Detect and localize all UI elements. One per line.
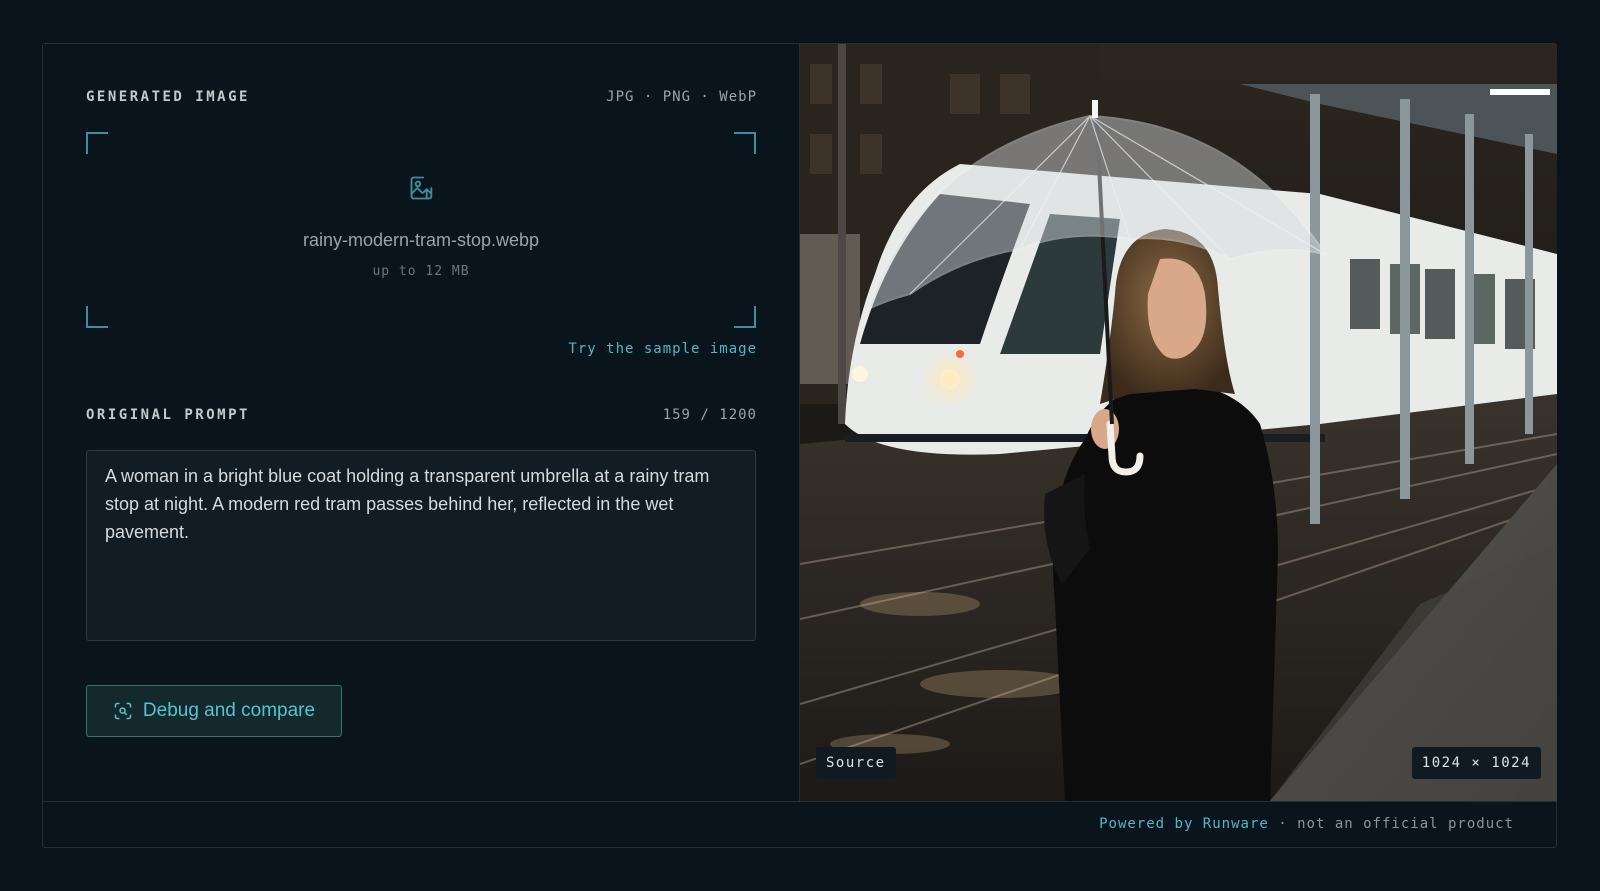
dropzone-corner [86,132,108,154]
try-sample-link[interactable]: Try the sample image [568,341,757,357]
app-frame: GENERATED IMAGE JPG · PNG · WebP rainy-m… [42,43,1557,848]
prompt-textarea[interactable]: A woman in a bright blue coat holding a … [86,450,756,641]
supported-formats: JPG · PNG · WebP [606,89,757,105]
dropzone-size-limit: up to 12 MB [372,264,470,279]
scan-search-icon [114,702,132,720]
generated-image-label: GENERATED IMAGE [86,89,250,105]
powered-by-link[interactable]: Powered by Runware [1099,816,1269,832]
footer: Powered by Runware · not an official pro… [43,801,1556,847]
debug-compare-button[interactable]: Debug and compare [86,685,342,737]
debug-compare-label: Debug and compare [142,700,316,721]
source-image [800,44,1557,801]
footer-separator: · [1278,816,1288,832]
original-prompt-label: ORIGINAL PROMPT [86,407,250,423]
source-badge: Source [816,747,896,779]
image-upload-icon [410,176,433,200]
dropzone-corner [734,132,756,154]
footer-disclaimer: not an official product [1297,816,1514,832]
dropzone-corner [86,306,108,328]
dimensions-badge: 1024 × 1024 [1411,747,1541,779]
image-preview: Source 1024 × 1024 [800,44,1557,801]
dropzone-file-name: rainy-modern-tram-stop.webp [302,230,540,250]
image-dropzone[interactable]: rainy-modern-tram-stop.webp up to 12 MB [86,132,756,328]
prompt-char-count: 159 / 1200 [662,407,757,423]
input-panel: GENERATED IMAGE JPG · PNG · WebP rainy-m… [43,44,800,801]
dropzone-corner [734,306,756,328]
